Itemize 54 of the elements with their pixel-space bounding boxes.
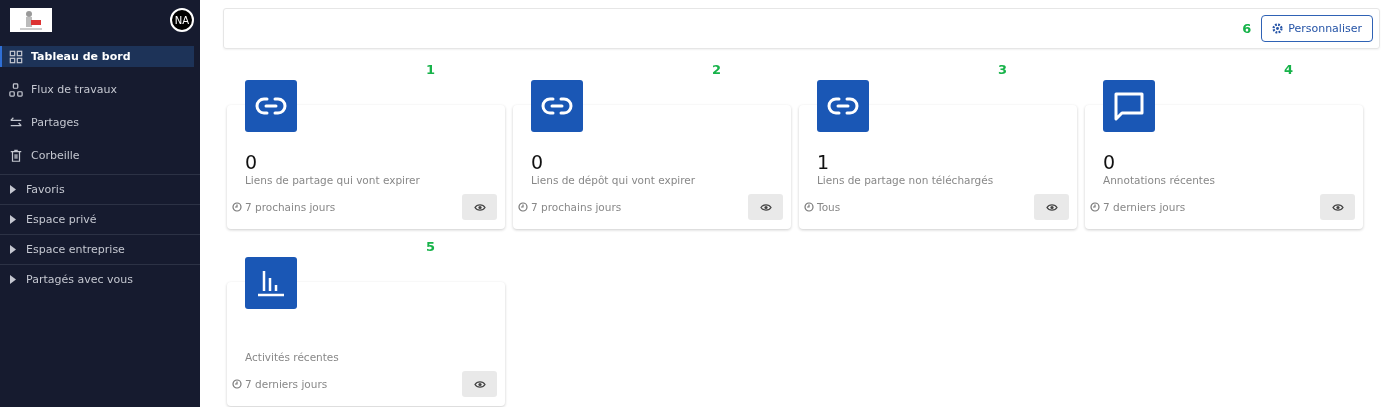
- period-label: 7 derniers jours: [245, 378, 328, 390]
- clock-icon: [804, 202, 814, 212]
- period-label: 7 derniers jours: [1103, 201, 1186, 213]
- card-label: Activités récentes: [245, 351, 340, 363]
- card-label: Liens de partage non téléchargés: [817, 174, 995, 186]
- annotation-number: 5: [426, 239, 436, 254]
- eye-icon: [473, 202, 486, 212]
- customize-button[interactable]: Personnaliser: [1261, 15, 1373, 42]
- user-avatar[interactable]: NA: [170, 8, 194, 32]
- count: 0: [1103, 151, 1117, 173]
- view-button[interactable]: [1320, 194, 1355, 220]
- card-label: Annotations récentes: [1103, 174, 1216, 186]
- period-label: Tous: [817, 201, 841, 213]
- annotation-number: 2: [712, 62, 722, 77]
- count: 0: [245, 151, 259, 173]
- period-label: 7 prochains jours: [245, 201, 336, 213]
- sidebar-section[interactable]: Espace privé: [0, 204, 200, 234]
- bar-chart-icon: [256, 269, 286, 297]
- gear-icon: [1272, 23, 1284, 34]
- card-label: Liens de dépôt qui vont expirer: [531, 174, 697, 186]
- view-button[interactable]: [462, 371, 497, 397]
- link-icon: [827, 96, 859, 116]
- nav-item[interactable]: Partages: [0, 112, 194, 133]
- sidebar-section[interactable]: Espace entreprise: [0, 234, 200, 264]
- nav-item[interactable]: Flux de travaux: [0, 79, 194, 100]
- eye-icon: [759, 202, 772, 212]
- annotation-number: 3: [998, 62, 1008, 77]
- annotation-number: 4: [1284, 62, 1294, 77]
- nav-item[interactable]: Corbeille: [0, 145, 194, 166]
- period-label: 7 prochains jours: [531, 201, 622, 213]
- view-button[interactable]: [1034, 194, 1069, 220]
- view-button[interactable]: [462, 194, 497, 220]
- trash-icon: [9, 148, 23, 163]
- grid-icon: [9, 49, 23, 64]
- link-icon: [541, 96, 573, 116]
- sidebar-section[interactable]: Favoris: [0, 174, 200, 204]
- count: 1: [817, 151, 831, 173]
- view-button[interactable]: [748, 194, 783, 220]
- card-label: Liens de partage qui vont expirer: [245, 174, 421, 186]
- clock-icon: [1090, 202, 1100, 212]
- workflow-icon: [9, 82, 23, 97]
- clock-icon: [232, 202, 242, 212]
- eye-icon: [1331, 202, 1344, 212]
- eye-icon: [473, 379, 486, 389]
- annotation-number: 6: [1242, 21, 1252, 36]
- sidebar-section[interactable]: Partagés avec vous: [0, 264, 200, 294]
- nav-item[interactable]: Tableau de bord: [0, 46, 194, 67]
- comment-icon: [1113, 91, 1145, 121]
- link-icon: [255, 96, 287, 116]
- eye-icon: [1045, 202, 1058, 212]
- clock-icon: [518, 202, 528, 212]
- count: 0: [531, 151, 545, 173]
- annotation-number: 1: [426, 62, 436, 77]
- clock-icon: [232, 379, 242, 389]
